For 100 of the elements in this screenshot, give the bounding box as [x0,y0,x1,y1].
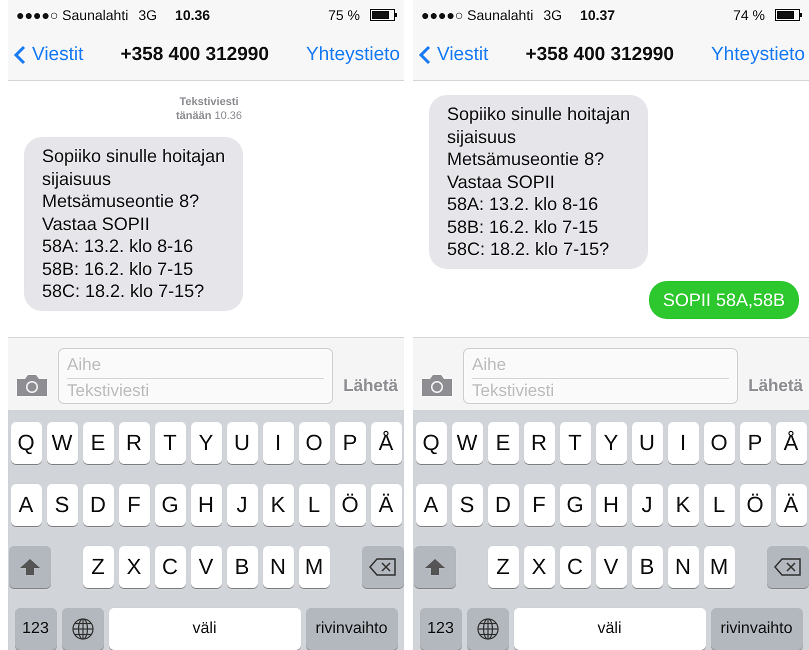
keyboard-key[interactable]: C [560,546,590,588]
back-link[interactable]: Viestit [419,44,488,66]
keyboard-key[interactable]: L [704,484,734,526]
keyboard-key[interactable]: G [154,484,186,526]
clock-time: 10.37 [580,7,616,23]
message-text-input[interactable]: Tekstiviesti [472,378,730,403]
keyboard-key[interactable]: U [632,422,662,464]
keyboard-key[interactable]: W [452,422,482,464]
numbers-key[interactable]: 123 [420,608,462,650]
keyboard-key[interactable]: P [334,422,366,464]
keyboard-key[interactable]: A [10,484,42,526]
keyboard-key[interactable]: O [704,422,734,464]
keyboard-key[interactable]: A [416,484,446,526]
keyboard-key[interactable]: Ö [334,484,366,526]
keyboard-key[interactable]: W [46,422,78,464]
keyboard-key[interactable]: J [226,484,258,526]
keyboard-key[interactable]: Q [416,422,446,464]
keyboard-key[interactable]: N [262,546,294,588]
backspace-key[interactable] [766,546,808,588]
space-bar[interactable]: väli [108,608,300,650]
shift-arrow-icon [18,558,40,576]
keyboard-key[interactable]: Y [190,422,222,464]
space-bar[interactable]: väli [514,608,706,650]
battery-percent: 75 % [328,7,360,23]
battery-icon [775,9,803,21]
keyboard-key[interactable]: Ä [370,484,402,526]
keyboard-key[interactable]: S [46,484,78,526]
keyboard-key[interactable]: B [632,546,662,588]
message-timestamp: Tekstiviesti tänään 10.36 [176,95,242,123]
keyboard-key[interactable]: D [488,484,518,526]
message-input-field[interactable]: Aihe Tekstiviesti [58,348,334,404]
keyboard-key[interactable]: E [82,422,114,464]
keyboard-key[interactable]: X [524,546,554,588]
network-type: 3G [543,7,562,23]
keyboard-key[interactable]: X [118,546,150,588]
keyboard-key[interactable]: Ä [776,484,806,526]
keyboard-key[interactable]: I [262,422,294,464]
keyboard-key[interactable]: K [262,484,294,526]
shift-key[interactable] [8,546,50,588]
received-message-bubble: Sopiiko sinulle hoitajan sijaisuus Metsämuseontie 8? Vastaa SOPII 58A: 13.2. klo 8-16 58B: 16.2. klo 7-15 58C: 18.2. klo 7-15? [24,137,244,310]
keyboard-key[interactable]: M [298,546,330,588]
contact-number: +358 400 312990 [524,44,675,66]
backspace-key[interactable] [362,546,404,588]
keyboard-key[interactable]: Q [10,422,42,464]
back-link[interactable]: Viestit [14,44,84,66]
clock-time: 10.36 [175,7,210,23]
subject-input[interactable]: Aihe [472,353,730,378]
keyboard-key[interactable]: T [560,422,590,464]
keyboard-key[interactable]: H [596,484,626,526]
battery-percent: 74 % [733,7,765,23]
keyboard-key[interactable]: I [668,422,698,464]
network-type: 3G [138,7,158,23]
globe-key[interactable] [466,608,508,650]
keyboard-key[interactable]: J [632,484,662,526]
keyboard-key[interactable]: V [190,546,222,588]
subject-input[interactable]: Aihe [67,353,324,378]
keyboard-key[interactable]: R [524,422,554,464]
camera-icon[interactable] [16,374,48,396]
carrier-name: ●●●●○ Saunalahti [421,7,534,23]
backspace-icon [368,558,396,576]
keyboard-key[interactable]: R [118,422,150,464]
keyboard-key[interactable]: F [118,484,150,526]
keyboard-key[interactable]: Ö [740,484,770,526]
camera-icon[interactable] [421,374,453,396]
keyboard-key[interactable]: O [298,422,330,464]
keyboard-key[interactable]: Z [488,546,518,588]
keyboard-key[interactable]: Å [370,422,402,464]
message-text-input[interactable]: Tekstiviesti [67,378,324,403]
keyboard-key[interactable]: Å [776,422,806,464]
contact-link[interactable]: Yhteystieto [711,44,805,66]
keyboard-key[interactable]: V [596,546,626,588]
keyboard-key[interactable]: T [154,422,186,464]
received-message-bubble: Sopiiko sinulle hoitajan sijaisuus Metsämuseontie 8? Vastaa SOPII 58A: 13.2. klo 8-16 58B: 16.2. klo 7-15 58C: 18.2. klo 7-15? [429,95,648,268]
shift-key[interactable] [414,546,456,588]
return-key[interactable]: rivinvaihto [710,608,802,650]
keyboard-key[interactable]: K [668,484,698,526]
back-chevron-icon [419,45,431,65]
return-key[interactable]: rivinvaihto [306,608,398,650]
numbers-key[interactable]: 123 [14,608,56,650]
message-input-field[interactable]: Aihe Tekstiviesti [463,348,738,404]
keyboard-key[interactable]: Y [596,422,626,464]
battery-icon [370,9,398,21]
keyboard-key[interactable]: U [226,422,258,464]
keyboard-key[interactable]: C [154,546,186,588]
keyboard-key[interactable]: M [704,546,734,588]
shift-arrow-icon [424,558,446,576]
keyboard-key[interactable]: S [452,484,482,526]
keyboard-key[interactable]: H [190,484,222,526]
keyboard-key[interactable]: E [488,422,518,464]
globe-icon [476,618,498,640]
keyboard-key[interactable]: P [740,422,770,464]
keyboard-key[interactable]: N [668,546,698,588]
keyboard-key[interactable]: Z [82,546,114,588]
keyboard-key[interactable]: G [560,484,590,526]
keyboard-key[interactable]: F [524,484,554,526]
contact-link[interactable]: Yhteystieto [306,44,400,66]
keyboard-key[interactable]: B [226,546,258,588]
keyboard-key[interactable]: L [298,484,330,526]
keyboard-key[interactable]: D [82,484,114,526]
globe-key[interactable] [62,608,104,650]
